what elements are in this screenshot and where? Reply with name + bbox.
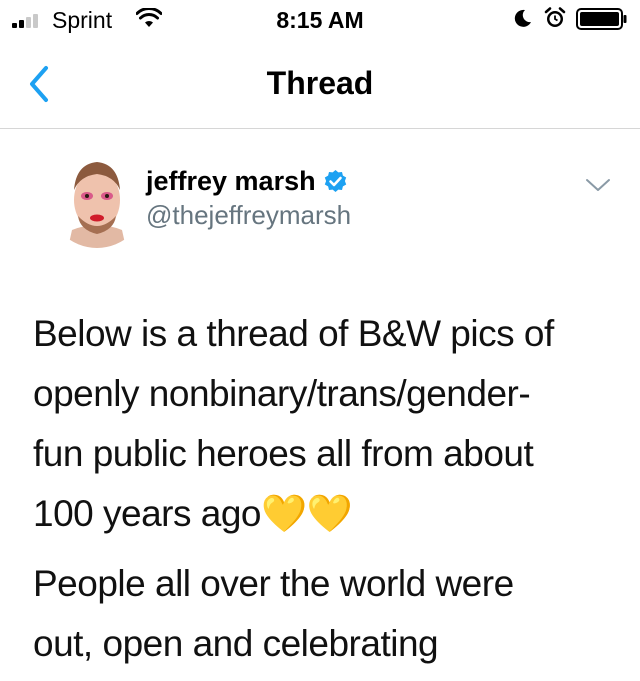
moon-icon	[514, 9, 531, 27]
verified-badge-icon	[324, 169, 346, 192]
chevron-down-icon[interactable]	[584, 176, 612, 194]
status-bar: Sprint 8:15 AM	[0, 0, 640, 40]
nav-bar: Thread	[0, 40, 640, 129]
avatar[interactable]	[48, 150, 146, 248]
page-title: Thread	[266, 65, 374, 101]
alarm-icon	[544, 7, 566, 27]
tweet-paragraph: People all over the world were out, open…	[33, 563, 514, 664]
author-row[interactable]: jeffrey marsh	[146, 164, 348, 198]
author-name[interactable]: jeffrey marsh	[146, 165, 316, 197]
battery-icon	[576, 8, 627, 30]
tweet-text: Below is a thread of B&W pics of openly …	[33, 304, 623, 674]
avatar-image	[48, 150, 146, 248]
author-handle[interactable]: @thejeffreymarsh	[146, 200, 351, 230]
tweet-paragraph: Below is a thread of B&W pics of openly …	[33, 313, 554, 534]
